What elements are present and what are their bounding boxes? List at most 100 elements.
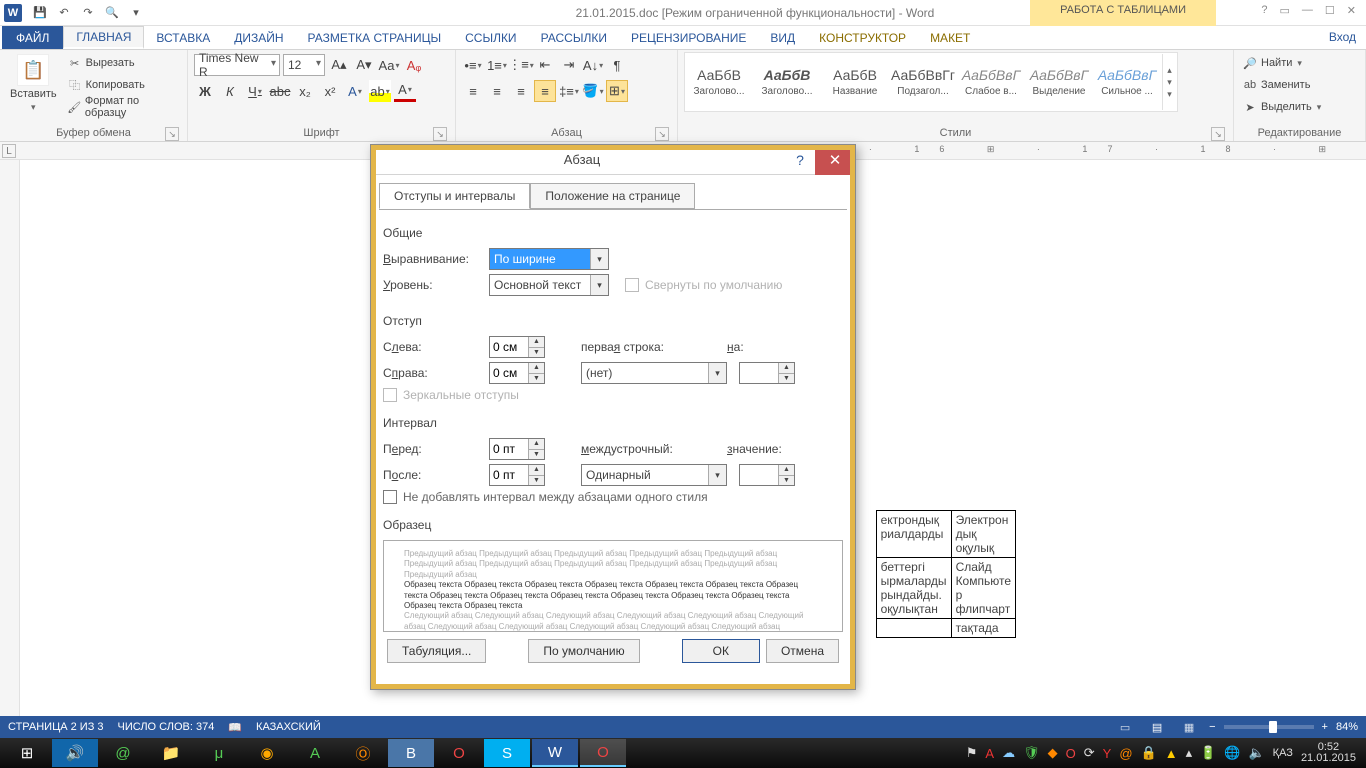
align-justify-icon[interactable]: ≡: [534, 80, 556, 102]
inc-indent-icon[interactable]: ⇥: [558, 54, 580, 76]
tray-sound-icon[interactable]: 🔈: [1248, 745, 1264, 761]
undo-icon[interactable]: ↶: [54, 3, 74, 23]
zoom-in-icon[interactable]: +: [1322, 721, 1328, 733]
style-item[interactable]: АаБбВНазвание: [822, 54, 888, 110]
maximize-icon[interactable]: ☐: [1325, 4, 1335, 17]
default-button[interactable]: По умолчанию: [528, 639, 639, 663]
format-painter-button[interactable]: 🖌Формат по образцу: [65, 96, 181, 118]
highlight-icon[interactable]: ab: [369, 80, 391, 102]
tab-mailings[interactable]: РАССЫЛКИ: [529, 26, 619, 49]
sort-icon[interactable]: A↓: [582, 54, 604, 76]
grow-font-icon[interactable]: A▴: [328, 54, 350, 76]
indent-left-spin[interactable]: ▲▼: [489, 336, 545, 358]
start-button[interactable]: ⊞: [4, 739, 50, 767]
tab-constructor[interactable]: КОНСТРУКТОР: [807, 26, 918, 49]
tab-view[interactable]: ВИД: [758, 26, 807, 49]
spacing-before-spin[interactable]: ▲▼: [489, 438, 545, 460]
tray-drive-icon[interactable]: ▲: [1165, 746, 1178, 761]
dialog-tab-position[interactable]: Положение на странице: [530, 183, 695, 209]
show-marks-icon[interactable]: ¶: [606, 54, 628, 76]
zoom-out-icon[interactable]: −: [1209, 721, 1215, 733]
replace-button[interactable]: abЗаменить: [1240, 74, 1323, 96]
minimize-icon[interactable]: —: [1302, 4, 1313, 17]
select-button[interactable]: ➤Выделить ▾: [1240, 96, 1323, 118]
cancel-button[interactable]: Отмена: [766, 639, 839, 663]
dialog-help-icon[interactable]: ?: [785, 145, 815, 175]
underline-icon[interactable]: Ч: [244, 80, 266, 102]
tray-clock[interactable]: 0:52 21.01.2015: [1301, 742, 1356, 764]
style-item[interactable]: АаБбВЗаголово...: [754, 54, 820, 110]
style-item[interactable]: АаБбВвГВыделение: [1026, 54, 1092, 110]
strike-icon[interactable]: abc: [269, 80, 291, 102]
numbering-icon[interactable]: 1≡: [486, 54, 508, 76]
style-item[interactable]: АаБбВЗаголово...: [686, 54, 752, 110]
taskbar-mailru-icon[interactable]: @: [100, 739, 146, 767]
paragraph-launcher[interactable]: ↘: [655, 127, 669, 141]
taskbar-utorrent-icon[interactable]: μ: [196, 739, 242, 767]
shading-icon[interactable]: 🪣: [582, 80, 604, 102]
web-layout-icon[interactable]: ▦: [1177, 718, 1201, 736]
align-left-icon[interactable]: ≡: [462, 80, 484, 102]
tab-table-layout[interactable]: МАКЕТ: [918, 26, 982, 49]
linespacing-combo[interactable]: Одинарный▾: [581, 464, 727, 486]
print-layout-icon[interactable]: ▤: [1145, 718, 1169, 736]
ok-button[interactable]: ОК: [682, 639, 760, 663]
font-size-combo[interactable]: 12: [283, 54, 325, 76]
text-effects-icon[interactable]: A: [344, 80, 366, 102]
clear-format-icon[interactable]: Aᵩ: [403, 54, 425, 76]
style-item[interactable]: АаБбВвГгПодзагол...: [890, 54, 956, 110]
qat-menu-icon[interactable]: ▾: [126, 3, 146, 23]
read-mode-icon[interactable]: ▭: [1113, 718, 1137, 736]
shrink-font-icon[interactable]: A▾: [353, 54, 375, 76]
taskbar-activ-icon[interactable]: A: [292, 739, 338, 767]
styles-more[interactable]: ▴▾▾: [1162, 54, 1176, 110]
firstline-combo[interactable]: (нет)▾: [581, 362, 727, 384]
vertical-ruler[interactable]: [0, 160, 20, 736]
proofing-icon[interactable]: 📖: [228, 721, 242, 734]
dec-indent-icon[interactable]: ⇤: [534, 54, 556, 76]
print-preview-icon[interactable]: 🔍: [102, 3, 122, 23]
paste-button[interactable]: 📋 Вставить ▾: [6, 52, 61, 115]
tab-pagelayout[interactable]: РАЗМЕТКА СТРАНИЦЫ: [296, 26, 454, 49]
taskbar-word-icon[interactable]: W: [532, 739, 578, 767]
taskbar-explorer-icon[interactable]: 📁: [148, 739, 194, 767]
copy-button[interactable]: ⿻Копировать: [65, 74, 181, 96]
tray-orange-icon[interactable]: ◆: [1048, 745, 1058, 761]
tab-review[interactable]: РЕЦЕНЗИРОВАНИЕ: [619, 26, 758, 49]
line-spacing-icon[interactable]: ‡≡: [558, 80, 580, 102]
language-indicator[interactable]: КАЗАХСКИЙ: [256, 721, 321, 733]
indent-right-spin[interactable]: ▲▼: [489, 362, 545, 384]
superscript-icon[interactable]: x²: [319, 80, 341, 102]
save-icon[interactable]: 💾: [30, 3, 50, 23]
tabs-button[interactable]: Табуляция...: [387, 639, 486, 663]
multilevel-icon[interactable]: ⋮≡: [510, 54, 532, 76]
tab-selector[interactable]: L: [2, 144, 16, 158]
tray-activ-icon[interactable]: A: [985, 746, 994, 761]
change-case-icon[interactable]: Aa: [378, 54, 400, 76]
tray-flag-icon[interactable]: ⚑: [966, 745, 978, 761]
document-table[interactable]: ектрондықриалдарды Электрондықоқулық бет…: [876, 510, 1016, 638]
tab-insert[interactable]: ВСТАВКА: [144, 26, 222, 49]
alignment-combo[interactable]: По ширине▾: [489, 248, 609, 270]
subscript-icon[interactable]: x₂: [294, 80, 316, 102]
zoom-slider[interactable]: [1224, 725, 1314, 729]
tray-battery-icon[interactable]: 🔋: [1200, 745, 1216, 761]
tray-lock-icon[interactable]: 🔒: [1141, 745, 1157, 761]
font-color-icon[interactable]: A: [394, 80, 416, 102]
tray-mail-icon[interactable]: @: [1119, 746, 1132, 761]
tray-opera-icon[interactable]: O: [1066, 746, 1076, 761]
tray-cloud-icon[interactable]: ☁: [1002, 745, 1015, 761]
style-item[interactable]: АаБбВвГСильное ...: [1094, 54, 1160, 110]
firstline-by-spin[interactable]: ▲▼: [739, 362, 795, 384]
redo-icon[interactable]: ↷: [78, 3, 98, 23]
no-same-style-checkbox[interactable]: Не добавлять интервал между абзацами одн…: [383, 490, 708, 504]
ribbon-display-icon[interactable]: ▭: [1280, 4, 1290, 17]
dialog-titlebar[interactable]: Абзац ? ✕: [371, 145, 855, 175]
dialog-tab-indents[interactable]: Отступы и интервалы: [379, 183, 530, 209]
level-combo[interactable]: Основной текст▾: [489, 274, 609, 296]
cut-button[interactable]: ✂Вырезать: [65, 52, 181, 74]
taskbar-volume-icon[interactable]: 🔊: [52, 739, 98, 767]
bold-icon[interactable]: Ж: [194, 80, 216, 102]
taskbar-opera-icon[interactable]: O: [436, 739, 482, 767]
find-button[interactable]: 🔎Найти ▾: [1240, 52, 1323, 74]
